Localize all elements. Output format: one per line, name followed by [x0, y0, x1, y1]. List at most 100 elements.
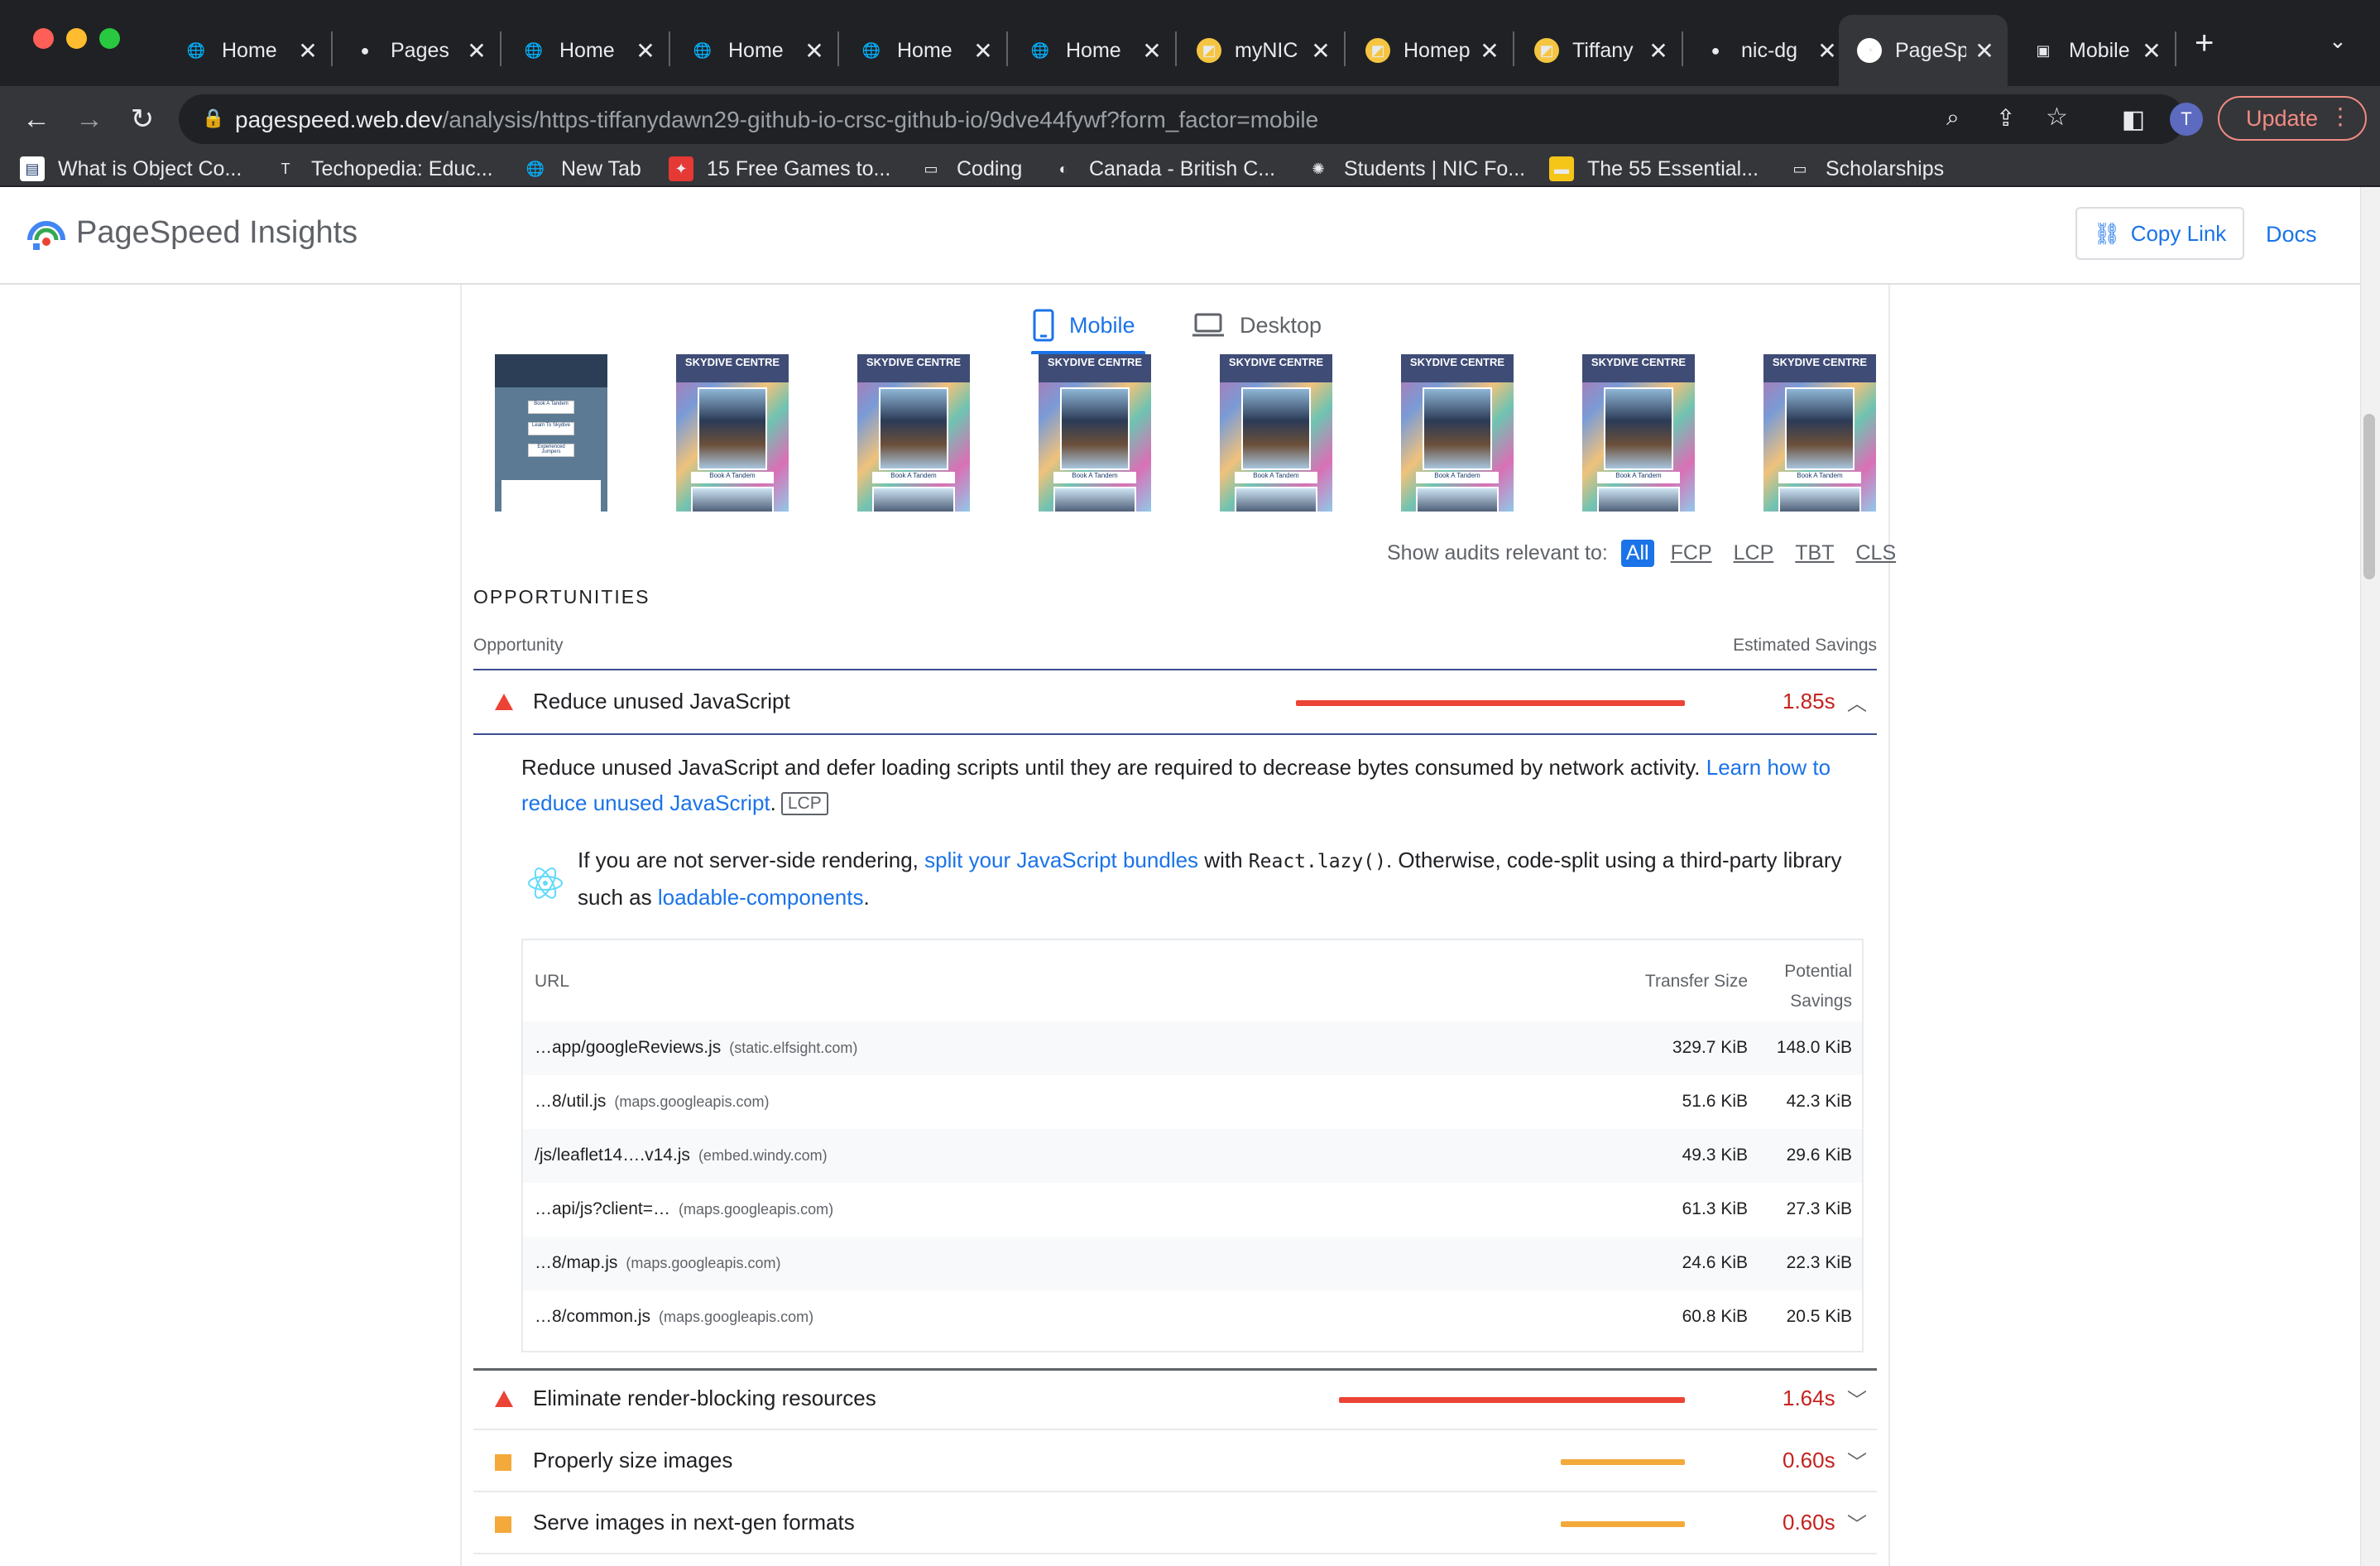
address-bar[interactable]: 🔒 pagespeed.web.dev/analysis/https-tiffa… — [179, 94, 2185, 144]
table-row[interactable]: …app/googleReviews.js (static.elfsight.co… — [523, 1021, 1862, 1075]
audit-reduce-unused-javascript[interactable]: Reduce unused JavaScript 1.85s ︿ — [473, 672, 1877, 733]
close-tab-icon[interactable]: ✕ — [972, 37, 995, 65]
table-row[interactable]: …8/util.js (maps.googleapis.com) 51.6 KiB 4… — [523, 1075, 1862, 1129]
bookmark-item[interactable]: ▬ The 55 Essential... — [1549, 154, 1759, 184]
browser-tab[interactable]: 🌐 Home ✕ — [503, 15, 669, 86]
share-icon[interactable]: ⇪ — [1996, 104, 2015, 132]
zoom-icon[interactable]: ⌕ — [1946, 104, 1960, 132]
bookmark-item[interactable]: ✺ Students | NIC Fo... — [1306, 154, 1525, 184]
bookmark-item[interactable]: ◐ Canada - British C... — [1051, 154, 1276, 184]
scrollbar-thumb[interactable] — [2363, 414, 2375, 579]
metric-chip-lcp[interactable]: LCP — [780, 792, 828, 815]
frame-button: Experienced Jumpers — [528, 444, 574, 457]
close-tab-icon[interactable]: ✕ — [465, 37, 488, 65]
bookmark-item[interactable]: ✦ 15 Free Games to... — [669, 154, 890, 184]
page-scrollbar[interactable] — [2360, 187, 2380, 1566]
savings-bar — [1339, 1397, 1685, 1403]
close-tab-icon[interactable]: ✕ — [634, 37, 657, 65]
audit-row[interactable]: Serve images in next-gen formats 0.60s ﹀ — [473, 1493, 1877, 1554]
lock-icon[interactable]: 🔒 — [202, 108, 224, 129]
docs-link[interactable]: Docs — [2266, 222, 2317, 247]
forward-arrow-icon[interactable]: → — [71, 101, 108, 137]
profile-avatar[interactable]: T — [2170, 103, 2203, 136]
chevron-down-icon[interactable]: ﹀ — [1847, 1508, 1867, 1537]
browser-tab[interactable]: ● Pages ✕ — [334, 15, 500, 86]
close-tab-icon[interactable]: ✕ — [803, 37, 826, 65]
browser-tab[interactable]: ● nic-dg ✕ — [1685, 15, 1850, 86]
filter-chip-cls[interactable]: CLS — [1850, 540, 1901, 567]
close-tab-icon[interactable]: ✕ — [2140, 37, 2163, 65]
app-title[interactable]: PageSpeed Insights — [76, 215, 357, 251]
browser-tab[interactable]: 🌐 Home ✕ — [672, 15, 837, 86]
filter-chip-fcp[interactable]: FCP — [1666, 540, 1717, 567]
new-tab-button[interactable]: + — [2195, 25, 2214, 62]
bookmark-item[interactable]: ▭ Coding — [919, 154, 1022, 184]
row-url[interactable]: …8/util.js (maps.googleapis.com) — [535, 1092, 769, 1112]
frame-photo — [1597, 487, 1680, 512]
close-tab-icon[interactable]: ✕ — [1309, 37, 1332, 65]
bookmark-star-icon[interactable]: ☆ — [2046, 103, 2068, 132]
row-url[interactable]: …8/common.js (maps.googleapis.com) — [535, 1307, 813, 1327]
side-panel-icon[interactable]: ◧ — [2115, 101, 2152, 137]
bookmark-item[interactable]: T Techopedia: Educ... — [273, 154, 493, 184]
close-tab-icon[interactable]: ✕ — [1973, 37, 1996, 65]
table-row[interactable]: /js/leaflet14….v14.js (embed.windy.com) 49… — [523, 1129, 1862, 1183]
browser-tab[interactable]: ◔ PageSp ✕ — [1839, 15, 2008, 86]
audit-row[interactable]: Properly size images 0.60s ﹀ — [473, 1431, 1877, 1492]
update-button[interactable]: Update ⋮ — [2218, 96, 2367, 141]
copy-link-button[interactable]: ⛓ Copy Link — [2075, 207, 2244, 260]
row-url[interactable]: /js/leaflet14….v14.js (embed.windy.com) — [535, 1146, 828, 1165]
browser-tab[interactable]: 🌐 Home ✕ — [1010, 15, 1175, 86]
row-transfer-size: 60.8 KiB — [1682, 1307, 1748, 1326]
back-arrow-icon[interactable]: ← — [18, 101, 55, 137]
split-bundles-link[interactable]: split your JavaScript bundles — [924, 848, 1198, 872]
filmstrip-frame: Book A Tandem Learn To Skydive Experienced… — [495, 354, 607, 512]
close-tab-icon[interactable]: ✕ — [1647, 37, 1670, 65]
url-text[interactable]: pagespeed.web.dev/analysis/https-tiffany… — [235, 107, 1318, 133]
filter-chip-lcp[interactable]: LCP — [1729, 540, 1779, 567]
close-tab-icon[interactable]: ✕ — [1816, 37, 1839, 65]
tab-mobile[interactable]: Mobile — [1033, 296, 1135, 354]
frame-header — [495, 354, 607, 387]
filter-chip-tbt[interactable]: TBT — [1790, 540, 1839, 567]
chevron-down-icon[interactable]: ﹀ — [1847, 1446, 1867, 1475]
reload-icon[interactable]: ↻ — [124, 101, 161, 137]
close-tab-icon[interactable]: ✕ — [1478, 37, 1501, 65]
table-row[interactable]: …8/map.js (maps.googleapis.com) 24.6 KiB 22… — [523, 1237, 1862, 1290]
audit-title: Serve images in next-gen formats — [533, 1510, 855, 1535]
close-window-button[interactable] — [33, 28, 54, 49]
row-url[interactable]: …api/js?client=… (maps.googleapis.com) — [535, 1199, 833, 1219]
tab-search-chevron-icon[interactable]: ⌄ — [2329, 28, 2347, 54]
browser-tab[interactable]: ▣ Mobile ✕ — [2013, 15, 2175, 86]
tab-desktop[interactable]: Desktop — [1192, 296, 1322, 354]
row-url-host: (maps.googleapis.com) — [626, 1255, 781, 1271]
bookmark-label: Techopedia: Educ... — [311, 156, 493, 180]
more-menu-icon[interactable]: ⋮ — [2329, 103, 2352, 130]
bookmark-item[interactable]: ▤ What is Object Co... — [20, 154, 242, 184]
audit-row[interactable]: Eliminate render-blocking resources 1.64s… — [473, 1369, 1877, 1430]
bookmark-item[interactable]: 🌐 New Tab — [523, 154, 641, 184]
row-url[interactable]: …app/googleReviews.js (static.elfsight.co… — [535, 1038, 857, 1058]
maximize-window-button[interactable] — [99, 28, 120, 49]
loadable-components-link[interactable]: loadable-components — [658, 885, 864, 910]
browser-tab[interactable]: ◩ Tiffany ✕ — [1516, 15, 1682, 86]
browser-tab[interactable]: ◩ Homep ✕ — [1347, 15, 1513, 86]
table-row[interactable]: …api/js?client=… (maps.googleapis.com) 61.… — [523, 1183, 1862, 1237]
row-url[interactable]: …8/map.js (maps.googleapis.com) — [535, 1253, 780, 1273]
browser-tab[interactable]: ◩ myNIC ✕ — [1178, 15, 1344, 86]
table-row[interactable]: …8/common.js (maps.googleapis.com) 60.8 Ki… — [523, 1290, 1862, 1344]
pagespeed-logo-icon[interactable] — [26, 212, 66, 252]
filter-chip-all[interactable]: All — [1620, 539, 1654, 567]
frame-photo — [1778, 487, 1861, 512]
chevron-down-icon[interactable]: ﹀ — [1847, 1384, 1867, 1413]
imdb-icon: ▬ — [1549, 156, 1574, 181]
close-tab-icon[interactable]: ✕ — [1140, 37, 1164, 65]
filmstrip-frame: SKYDIVE CENTRE Book A Tandem — [1582, 354, 1695, 512]
browser-tab[interactable]: 🌐 Home ✕ — [166, 15, 331, 86]
minimize-window-button[interactable] — [66, 28, 87, 49]
close-tab-icon[interactable]: ✕ — [296, 37, 319, 65]
bookmark-item[interactable]: ▭ Scholarships — [1787, 154, 1944, 184]
browser-tab[interactable]: 🌐 Home ✕ — [841, 15, 1006, 86]
chevron-up-icon[interactable]: ︿ — [1847, 687, 1867, 716]
col-url: URL — [535, 972, 570, 991]
